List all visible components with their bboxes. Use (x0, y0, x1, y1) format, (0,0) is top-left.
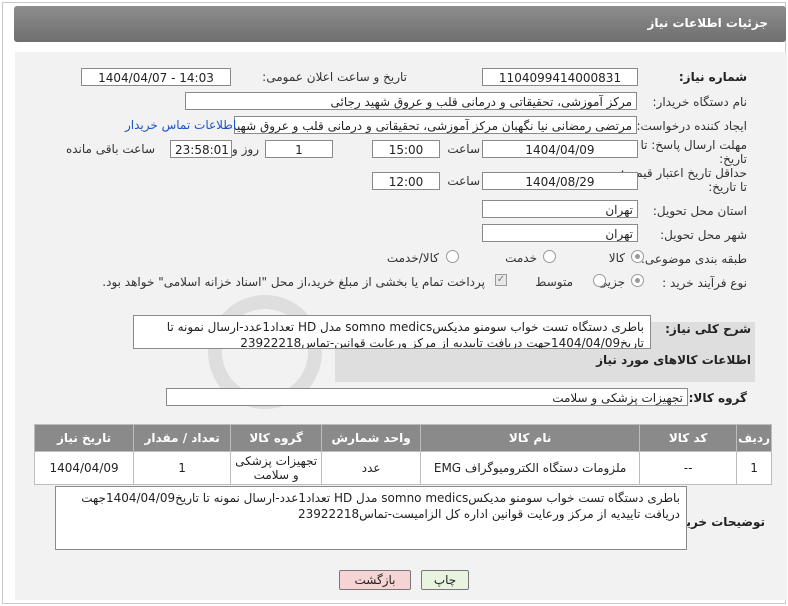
reply-date-field: 1404/04/09 (482, 140, 638, 158)
price-date-field: 1404/08/29 (482, 172, 638, 190)
reply-deadline-label: مهلت ارسال پاسخ: تا (640, 138, 747, 152)
reply-deadline-label-2: تاریخ: (719, 152, 747, 166)
category-radio-goods[interactable] (631, 250, 644, 263)
province-label: استان محل تحویل: (652, 204, 747, 218)
back-button[interactable]: بازگشت (339, 570, 411, 590)
payment-checkbox[interactable]: ✓ (495, 274, 507, 286)
table-header-row: ردیف کد کالا نام کالا واحد شمارش گروه کا… (33, 424, 772, 452)
cell-name: ملزومات دستگاه الکترومیوگراف EMG (420, 451, 641, 485)
reply-time-field: 15:00 (372, 140, 440, 158)
category-radio-service[interactable] (543, 250, 556, 263)
price-time-label: ساعت (447, 174, 480, 188)
process-radio-medium[interactable] (593, 274, 606, 287)
title-bar: جزئیات اطلاعات نیاز (14, 6, 786, 42)
announce-label: تاریخ و ساعت اعلان عمومی: (262, 70, 407, 84)
need-number-field: 1104099414000831 (482, 68, 638, 86)
col-date: تاریخ نیاز (33, 424, 135, 452)
buyer-org-label: نام دستگاه خریدار: (652, 95, 748, 109)
remaining-time-field: 23:58:01 (170, 140, 232, 158)
goods-group-field: تجهیزات پزشکی و سلامت (166, 388, 688, 406)
need-number-label: شماره نیاز: (678, 70, 747, 84)
details-panel: شماره نیاز: 1104099414000831 تاریخ و ساع… (15, 52, 787, 600)
cell-group: تجهیزات پزشکی و سلامت (230, 451, 323, 485)
category-option-service: خدمت (505, 251, 537, 265)
province-field: تهران (482, 200, 638, 218)
days-field: 1 (265, 140, 333, 158)
category-radio-both[interactable] (446, 250, 459, 263)
buyer-notes-textarea: باطری دستگاه تست خواب سومنو مدیکسsomno m… (55, 486, 687, 550)
price-time-field: 12:00 (372, 172, 440, 190)
days-label: روز و (232, 142, 259, 156)
price-validity-label-2: تا تاریخ: (708, 180, 747, 194)
category-option-both: کالا/خدمت (386, 251, 439, 265)
creator-field: مرتضی رمضانی نیا نگهبان مرکز آموزشی، تحق… (234, 116, 637, 134)
goods-group-label: گروه کالا: (688, 391, 747, 405)
cell-unit: عدد (321, 451, 422, 485)
cell-row: 1 (736, 451, 772, 485)
cell-code: -- (639, 451, 738, 485)
desc-label: شرح کلی نیاز: (665, 322, 751, 336)
col-group: گروه کالا (230, 424, 323, 452)
reply-time-label: ساعت (447, 142, 480, 156)
price-validity-label: حداقل تاریخ اعتبار قیمت: (620, 166, 747, 180)
print-button[interactable]: چاپ (421, 570, 469, 590)
payment-note: پرداخت تمام یا بخشی از مبلغ خرید،از محل … (102, 275, 485, 289)
col-qty: تعداد / مقدار (133, 424, 232, 452)
col-code: کد کالا (639, 424, 738, 452)
announce-field: 1404/04/07 - 14:03 (81, 68, 231, 86)
category-option-goods: کالا (608, 251, 625, 265)
cell-date: 1404/04/09 (33, 451, 135, 485)
city-field: تهران (482, 224, 638, 242)
goods-info-title: اطلاعات کالاهای مورد نیاز (596, 353, 751, 367)
desc-textarea: باطری دستگاه تست خواب سومنو مدیکسsomno m… (133, 315, 651, 349)
col-name: نام کالا (420, 424, 641, 452)
items-table: ردیف کد کالا نام کالا واحد شمارش گروه کا… (33, 424, 772, 485)
city-label: شهر محل تحویل: (660, 228, 747, 242)
process-label: نوع فرآیند خرید : (662, 276, 747, 290)
process-option-medium: متوسط (535, 275, 573, 289)
cell-qty: 1 (133, 451, 232, 485)
col-unit: واحد شمارش (321, 424, 422, 452)
process-radio-minor[interactable] (631, 274, 644, 287)
category-label: طبقه بندی موضوعی: (640, 252, 747, 266)
buyer-org-field: مرکز آموزشی، تحقیقاتی و درمانی قلب و عرو… (185, 92, 637, 110)
buyer-contact-link[interactable]: اطلاعات تماس خریدار (125, 118, 236, 132)
remaining-label: ساعت باقی مانده (65, 142, 155, 156)
page-title: جزئیات اطلاعات نیاز (647, 16, 768, 30)
col-row: ردیف (736, 424, 772, 452)
table-row: 1 -- ملزومات دستگاه الکترومیوگراف EMG عد… (33, 451, 772, 485)
creator-label: ایجاد کننده درخواست: (636, 119, 747, 133)
